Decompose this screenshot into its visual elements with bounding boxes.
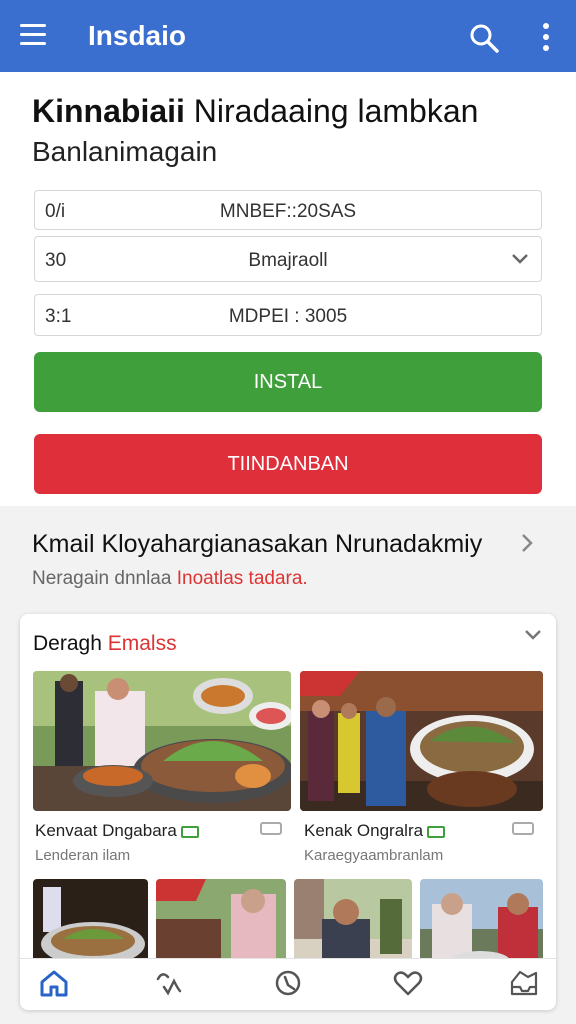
search-icon[interactable] — [468, 22, 500, 54]
menu-icon[interactable] — [20, 24, 46, 48]
bookmark-icon[interactable] — [260, 822, 282, 835]
page-subtitle: Banlanimagain — [32, 136, 218, 167]
more-vert-icon[interactable] — [538, 22, 554, 52]
verified-badge-icon — [427, 825, 446, 838]
item-subtitle-1: Lenderan ilam — [35, 847, 131, 864]
section-subtitle: Neragain dnnlaa Inoatlas tadara. — [32, 568, 308, 589]
dish-photo-1[interactable] — [33, 671, 291, 811]
select-field[interactable]: 30 Bmajraoll — [34, 236, 542, 282]
dish-photo-5[interactable] — [294, 879, 412, 969]
item-title-1[interactable]: Kenvaat Dngabara — [35, 821, 199, 841]
chevron-down-icon[interactable] — [511, 252, 529, 266]
verified-badge-icon — [180, 825, 199, 838]
bookmark-icon[interactable] — [512, 822, 534, 835]
dish-photo-4[interactable] — [156, 879, 286, 969]
bottom-navigation — [20, 958, 556, 1004]
info-field-1[interactable]: 0/i MNBEF::20SAS — [34, 190, 542, 230]
item-subtitle-2: Karaegyaambranlam — [304, 847, 444, 864]
swap-icon[interactable] — [152, 967, 184, 999]
home-icon[interactable] — [38, 967, 70, 999]
discover-icon[interactable] — [272, 967, 304, 999]
dish-photo-6[interactable] — [420, 879, 543, 969]
inbox-icon[interactable] — [508, 967, 540, 999]
cancel-button[interactable]: TIINDANBAN — [34, 434, 542, 494]
heart-icon[interactable] — [392, 967, 424, 999]
dish-photo-2[interactable] — [300, 671, 543, 811]
card-title: Deragh Emalss — [33, 632, 177, 655]
info-field-3[interactable]: 3:1 MDPEI : 3005 — [34, 294, 542, 336]
dish-photo-3[interactable] — [33, 879, 148, 969]
chevron-down-icon[interactable] — [524, 628, 542, 642]
app-title: Insdaio — [88, 20, 187, 51]
chevron-right-icon[interactable] — [520, 532, 534, 554]
field-value: Bmajraoll — [248, 250, 328, 271]
field-value: MDPEI : 3005 — [228, 306, 348, 327]
dish-card: Deragh Emalss Kenvaat Dngabara Lenderan … — [20, 614, 556, 1010]
item-title-2[interactable]: Kenak Ongralra — [304, 821, 446, 841]
section-title: Kmail Kloyahargianasakan Nrunadakmiy — [32, 530, 483, 558]
install-button[interactable]: INSTAL — [34, 352, 542, 412]
app-bar: Insdaio — [0, 0, 576, 72]
page-title: Kinnabiaii Niradaaing lambkan — [32, 93, 479, 129]
field-value: MNBEF::20SAS — [219, 201, 357, 222]
